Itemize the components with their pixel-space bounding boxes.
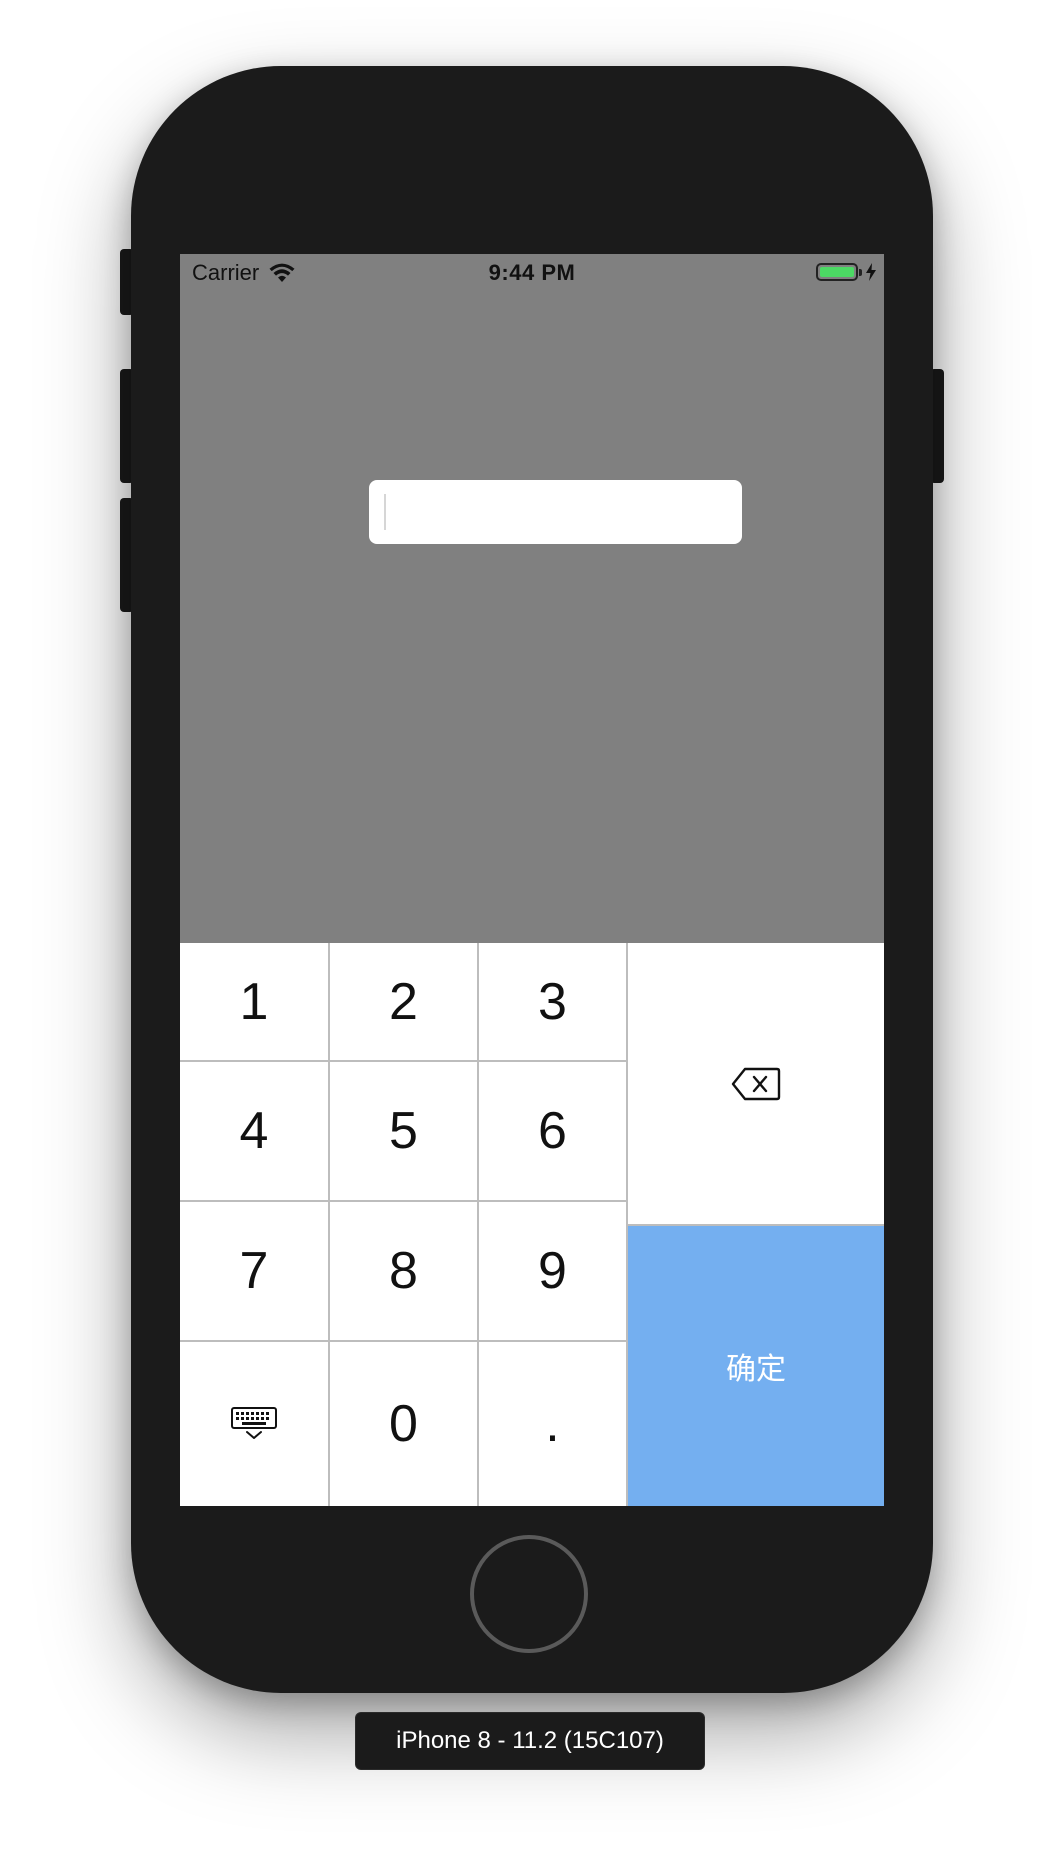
device-screen: Carrier 9:44 PM 1 2 3 4 5 6 7 8 9 确定 0 . [180,254,884,1506]
battery-nub [859,268,862,276]
status-bar: Carrier 9:44 PM [180,254,884,292]
key-6[interactable]: 6 [479,1062,626,1200]
key-3[interactable]: 3 [479,943,626,1060]
numeric-keypad: 1 2 3 4 5 6 7 8 9 确定 0 . [180,943,884,1506]
charging-bolt-icon [866,263,876,281]
hide-keyboard-key[interactable] [180,1342,328,1506]
battery-group [816,263,876,281]
key-7[interactable]: 7 [180,1202,328,1340]
key-9[interactable]: 9 [479,1202,626,1340]
key-decimal[interactable]: . [479,1342,626,1506]
home-button[interactable] [470,1535,588,1653]
text-caret [384,494,386,530]
key-4[interactable]: 4 [180,1062,328,1200]
key-0[interactable]: 0 [330,1342,477,1506]
device-label: iPhone 8 - 11.2 (15C107) [356,1713,704,1769]
status-time: 9:44 PM [488,260,576,285]
key-1[interactable]: 1 [180,943,328,1060]
battery-level [820,267,854,277]
key-2[interactable]: 2 [330,943,477,1060]
amount-input[interactable] [369,480,742,544]
keyboard-hide-icon [231,1407,277,1439]
simulator-stage: Carrier 9:44 PM 1 2 3 4 5 6 7 8 9 确定 0 .… [0,0,1064,1856]
delete-key[interactable] [628,943,884,1224]
key-8[interactable]: 8 [330,1202,477,1340]
backspace-icon [731,1067,781,1100]
confirm-button[interactable]: 确定 [628,1226,884,1506]
key-5[interactable]: 5 [330,1062,477,1200]
battery-icon [816,263,858,281]
